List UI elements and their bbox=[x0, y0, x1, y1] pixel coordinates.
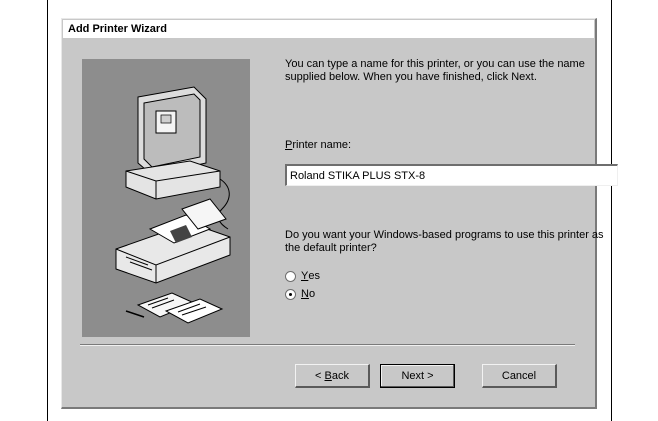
printer-name-label: Printer name: bbox=[285, 139, 351, 152]
printer-name-input[interactable] bbox=[285, 164, 618, 186]
printer-icon bbox=[115, 198, 231, 284]
back-button-rest: ack bbox=[331, 369, 349, 382]
next-button[interactable]: Next > bbox=[380, 364, 455, 388]
intro-text: You can type a name for this printer, or… bbox=[285, 58, 585, 83]
printer-name-label-rest: rinter name: bbox=[292, 139, 352, 151]
default-printer-question: Do you want your Windows-based programs … bbox=[285, 229, 604, 254]
dialog-title: Add Printer Wizard bbox=[63, 20, 594, 38]
radio-yes-accel: Y bbox=[301, 270, 309, 282]
back-button-accel: B bbox=[324, 369, 332, 382]
wizard-illustration bbox=[82, 59, 250, 337]
illustration-graphic bbox=[115, 86, 231, 324]
button-separator bbox=[80, 344, 575, 346]
back-button[interactable]: < Back bbox=[295, 364, 370, 388]
frame-line-left bbox=[47, 0, 48, 421]
radio-yes-button[interactable] bbox=[285, 270, 296, 282]
radio-no-button[interactable] bbox=[285, 288, 296, 300]
back-button-prefix: < bbox=[315, 369, 325, 382]
add-printer-wizard-dialog: Add Printer Wizard You can type a name f… bbox=[61, 18, 618, 409]
frame-line-right bbox=[611, 0, 612, 421]
cancel-button[interactable]: Cancel bbox=[482, 364, 557, 388]
radio-yes-label-rest: es bbox=[308, 270, 320, 282]
documents-icon bbox=[125, 292, 224, 324]
radio-no-option[interactable]: No bbox=[285, 287, 315, 301]
radio-no-label-rest: o bbox=[308, 288, 316, 300]
radio-yes-option[interactable]: Yes bbox=[285, 269, 320, 283]
radio-no-accel: N bbox=[301, 288, 309, 300]
